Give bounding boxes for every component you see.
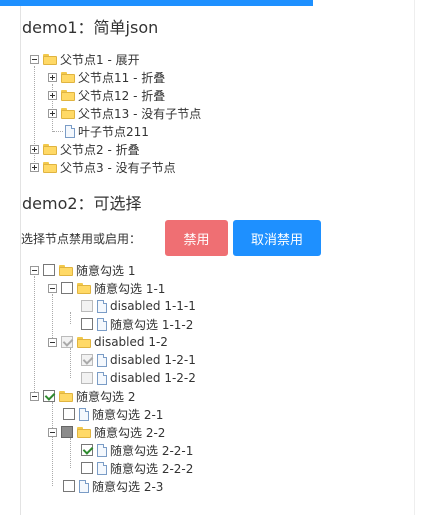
tree-node-parent2[interactable]: 父节点2 - 折叠: [30, 141, 140, 157]
check-node-2-2-1[interactable]: 随意勾选 2-2-1: [81, 442, 193, 458]
tree-node-leaf211[interactable]: 叶子节点211: [65, 123, 149, 139]
node-label[interactable]: 随意勾选 1-1: [94, 280, 165, 297]
page-left-border: [20, 6, 21, 515]
tree-node-parent1[interactable]: 父节点1 - 展开: [30, 51, 140, 67]
demo1-title: demo1：简单json: [22, 18, 159, 37]
node-label[interactable]: 随意勾选 1: [76, 262, 135, 279]
check-node-2-2-2[interactable]: 随意勾选 2-2-2: [81, 460, 193, 476]
node-label[interactable]: 父节点2 - 折叠: [60, 141, 140, 158]
node-checkbox-disabled: [81, 372, 93, 384]
tree-node-parent11[interactable]: 父节点11 - 折叠: [48, 69, 165, 85]
check-node-1-2-2[interactable]: disabled 1-2-2: [81, 370, 196, 386]
folder-open-icon: [77, 282, 91, 294]
check-node-1-1-1[interactable]: disabled 1-1-1: [81, 298, 196, 314]
node-checkbox-disabled-checked: [81, 354, 93, 366]
collapse-toggle-icon[interactable]: [30, 391, 39, 401]
file-icon: [97, 353, 107, 367]
node-checkbox[interactable]: [61, 282, 73, 294]
tree-line: [34, 276, 35, 396]
node-checkbox-partial[interactable]: [61, 426, 73, 438]
tree-node-parent13[interactable]: 父节点13 - 没有子节点: [48, 105, 201, 121]
tree-node-parent3[interactable]: 父节点3 - 没有子节点: [30, 159, 176, 175]
node-label[interactable]: 随意勾选 2-2-2: [110, 460, 193, 477]
expand-toggle-icon[interactable]: [48, 108, 57, 118]
node-checkbox-disabled-checked: [61, 336, 73, 348]
demo2-title: demo2：可选择: [22, 194, 142, 213]
node-label[interactable]: 父节点12 - 折叠: [78, 87, 165, 104]
folder-open-icon: [59, 264, 73, 276]
node-label[interactable]: disabled 1-2-1: [110, 353, 196, 367]
node-label[interactable]: disabled 1-1-1: [110, 299, 196, 313]
node-label[interactable]: 随意勾选 2-3: [92, 478, 163, 495]
node-checkbox[interactable]: [63, 408, 75, 420]
collapse-toggle-icon[interactable]: [30, 265, 39, 275]
node-checkbox[interactable]: [81, 318, 93, 330]
node-label[interactable]: 父节点13 - 没有子节点: [78, 105, 201, 122]
check-node-2-2[interactable]: 随意勾选 2-2: [48, 424, 165, 440]
disable-prompt-label: 选择节点禁用或启用：: [21, 232, 142, 246]
check-node-1-2[interactable]: disabled 1-2: [48, 334, 168, 350]
node-checkbox[interactable]: [81, 462, 93, 474]
node-label[interactable]: 随意勾选 2-2-1: [110, 442, 193, 459]
node-checkbox-checked[interactable]: [81, 444, 93, 456]
node-label[interactable]: 父节点3 - 没有子节点: [60, 159, 176, 176]
node-checkbox-disabled: [81, 300, 93, 312]
top-accent-bar: [0, 0, 313, 6]
collapse-toggle-icon[interactable]: [48, 283, 57, 293]
file-icon: [97, 461, 107, 475]
file-icon: [97, 443, 107, 457]
collapse-toggle-icon[interactable]: [48, 337, 57, 347]
tree-line: [70, 438, 71, 468]
check-node-1[interactable]: 随意勾选 1: [30, 262, 135, 278]
node-label[interactable]: 叶子节点211: [78, 123, 149, 140]
expand-toggle-icon[interactable]: [48, 72, 57, 82]
folder-icon: [61, 107, 75, 119]
enable-button[interactable]: 取消禁用: [233, 220, 321, 256]
tree-node-parent12[interactable]: 父节点12 - 折叠: [48, 87, 165, 103]
folder-open-icon: [77, 336, 91, 348]
folder-icon: [61, 89, 75, 101]
node-checkbox[interactable]: [43, 264, 55, 276]
tree-line: [53, 131, 63, 132]
node-label[interactable]: disabled 1-2-2: [110, 371, 196, 385]
folder-open-icon: [59, 390, 73, 402]
collapse-toggle-icon[interactable]: [30, 54, 39, 64]
folder-icon: [61, 71, 75, 83]
file-icon: [97, 371, 107, 385]
check-node-2-1[interactable]: 随意勾选 2-1: [63, 406, 163, 422]
file-icon: [79, 407, 89, 421]
folder-open-icon: [77, 426, 91, 438]
file-icon: [97, 317, 107, 331]
tree-line: [70, 348, 71, 378]
tree-line: [70, 312, 71, 324]
disable-button[interactable]: 禁用: [165, 220, 228, 256]
collapse-toggle-icon[interactable]: [48, 427, 57, 437]
check-node-1-1-2[interactable]: 随意勾选 1-1-2: [81, 316, 193, 332]
folder-open-icon: [43, 53, 57, 65]
file-icon: [65, 124, 75, 138]
file-icon: [79, 479, 89, 493]
node-label[interactable]: 父节点1 - 展开: [60, 51, 140, 68]
node-checkbox-checked[interactable]: [43, 390, 55, 402]
node-label[interactable]: 随意勾选 2: [76, 388, 135, 405]
expand-toggle-icon[interactable]: [30, 144, 39, 154]
node-label[interactable]: 随意勾选 1-1-2: [110, 316, 193, 333]
expand-toggle-icon[interactable]: [30, 162, 39, 172]
folder-icon: [43, 143, 57, 155]
node-label[interactable]: 随意勾选 2-1: [92, 406, 163, 423]
check-node-2[interactable]: 随意勾选 2: [30, 388, 135, 404]
check-node-1-2-1[interactable]: disabled 1-2-1: [81, 352, 196, 368]
file-icon: [97, 299, 107, 313]
page-right-border: [414, 0, 415, 515]
node-label[interactable]: 随意勾选 2-2: [94, 424, 165, 441]
node-label[interactable]: disabled 1-2: [94, 335, 168, 349]
folder-icon: [43, 161, 57, 173]
node-checkbox[interactable]: [63, 480, 75, 492]
expand-toggle-icon[interactable]: [48, 90, 57, 100]
check-node-2-3[interactable]: 随意勾选 2-3: [63, 478, 163, 494]
check-node-1-1[interactable]: 随意勾选 1-1: [48, 280, 165, 296]
node-label[interactable]: 父节点11 - 折叠: [78, 69, 165, 86]
tree-line: [52, 402, 53, 486]
